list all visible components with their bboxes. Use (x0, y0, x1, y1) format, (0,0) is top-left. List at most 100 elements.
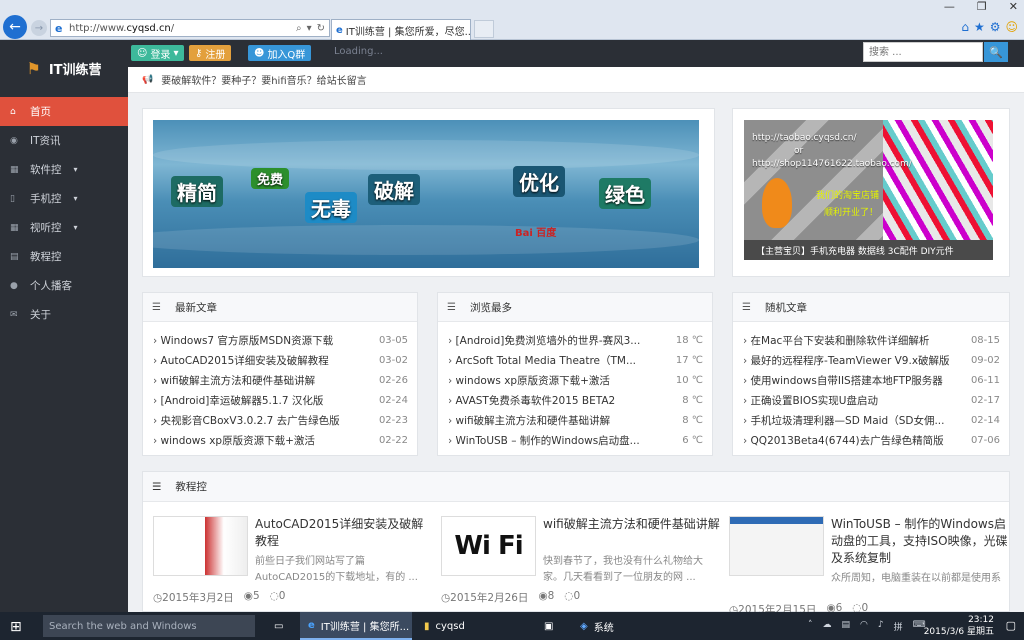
chevron-down-icon: ▾ (73, 223, 78, 232)
settings-gear-icon[interactable]: ⚙ (990, 20, 1001, 34)
close-window-icon[interactable]: ✕ (1009, 0, 1018, 13)
tutorials-panel: ☰ 教程控 AutoCAD2015详细安装及破解教程 前些日子我们网站写了篇Aut… (142, 471, 1010, 616)
mascot-image (762, 178, 792, 228)
sidebar-item-about[interactable]: ✉ 关于 (0, 300, 128, 329)
register-button[interactable]: ⚷ 注册 (189, 45, 232, 61)
chevron-up-icon[interactable]: ˄ (808, 620, 813, 633)
ie-tab-icon: e (336, 24, 343, 36)
list-item[interactable]: 正确设置BIOS实现U盘启动02-17 (733, 390, 1009, 410)
forward-button[interactable]: → (31, 20, 47, 36)
grid-icon: ▦ (10, 222, 19, 233)
panel-title: 随机文章 (764, 301, 807, 314)
notifications-icon[interactable]: ▢ (1006, 619, 1016, 632)
list-item[interactable]: AutoCAD2015详细安装及破解教程03-02 (143, 350, 417, 370)
banner-word: 精简 (171, 176, 223, 207)
join-qq-button[interactable]: ☻ 加入Q群 (248, 45, 312, 61)
post-thumbnail[interactable] (153, 516, 248, 576)
windows-start-icon[interactable]: ⊞ (10, 619, 22, 635)
list-item[interactable]: QQ2013Beta4(6744)去广告绿色精简版07-06 (733, 430, 1009, 450)
back-button[interactable]: ← (3, 15, 27, 39)
list-item[interactable]: Windows7 官方原版MSDN资源下载03-05 (143, 330, 417, 350)
post-title[interactable]: wifi破解主流方法和硬件基础讲解 (543, 516, 721, 533)
chevron-down-icon: ▾ (73, 194, 78, 203)
sidebar-item-mobile[interactable]: ▯ 手机控 ▾ (0, 184, 128, 213)
sidebar-item-media[interactable]: ▦ 视听控 ▾ (0, 213, 128, 242)
search-button[interactable]: 🔍 (984, 42, 1008, 62)
language-icon[interactable]: 拼 (894, 620, 903, 633)
browser-tab[interactable]: e IT训练营 | 集您所爱，尽您... ✕ (331, 19, 471, 40)
sidebar-item-podcast[interactable]: ● 个人播客 (0, 271, 128, 300)
taskbar-item-system[interactable]: ◈ 系统 (572, 612, 652, 640)
post-excerpt: 众所周知，电脑重装在以前都是使用系统安装光碟的比较多，后来随 ... (831, 573, 1001, 584)
sidebar-item-software[interactable]: ▦ 软件控 ▾ (0, 155, 128, 184)
wifi-logo: Wi Fi (454, 531, 523, 561)
store-icon: ▣ (544, 620, 554, 632)
ie-icon: e (308, 619, 315, 631)
post-excerpt: 前些日子我们网站写了篇AutoCAD2015的下载地址，有的 ... (255, 556, 418, 583)
banner-taobao[interactable]: http://taobao.cyqsd.cn/ or http://shop11… (732, 108, 1010, 277)
task-view-icon[interactable]: ▭ (266, 612, 283, 640)
loading-text: Loading... (334, 46, 383, 57)
list-item[interactable]: 手机垃圾清理利器—SD Maid（SD女佣...02-14 (733, 410, 1009, 430)
taskbar-item-folder[interactable]: ▮ cyqsd (416, 612, 516, 640)
banner-main[interactable]: 精简 免费 无毒 破解 优化 绿色 Bai 百度 (142, 108, 715, 277)
list-item[interactable]: wifi破解主流方法和硬件基础讲解8 ℃ (438, 410, 712, 430)
volume-icon[interactable]: ♪ (878, 620, 884, 633)
search-input[interactable] (863, 42, 983, 62)
tab-title: IT训练营 | 集您所爱，尽您... (345, 26, 471, 38)
notice-text[interactable]: 要破解软件？要种子？要hifi音乐？给站长留言 (161, 72, 366, 87)
site-logo[interactable]: ⚑ IT训练营 (0, 40, 128, 97)
chevron-down-icon: ▾ (73, 165, 78, 174)
home-icon: ⌂ (10, 106, 16, 117)
banner-word: 绿色 (599, 178, 651, 209)
restore-icon[interactable]: ❐ (977, 0, 987, 13)
banner-image: 精简 免费 无毒 破解 优化 绿色 Bai 百度 (153, 120, 699, 268)
list-item[interactable]: 最好的远程程序-TeamViewer V9.x破解版09-02 (733, 350, 1009, 370)
minimize-icon[interactable]: — (944, 0, 955, 13)
mail-icon: ✉ (10, 309, 18, 320)
sidebar-item-it-news[interactable]: ◉ IT资讯 (0, 126, 128, 155)
clock-icon: ◷ (441, 592, 451, 604)
group-icon: ☻ (254, 47, 265, 59)
banner-word: 优化 (513, 166, 565, 197)
list-item[interactable]: 央视影音CBoxV3.0.2.7 去广告绿色版02-23 (143, 410, 417, 430)
sidebar-item-tutorials[interactable]: ▤ 教程控 (0, 242, 128, 271)
dropdown-icon[interactable]: ▾ (307, 23, 312, 34)
smiley-icon[interactable]: ☺ (1005, 20, 1018, 34)
sidebar-item-home[interactable]: ⌂ 首页 (0, 97, 134, 126)
post-title[interactable]: AutoCAD2015详细安装及破解教程 (255, 516, 433, 550)
home-icon[interactable]: ⌂ (961, 20, 969, 34)
favorites-icon[interactable]: ★ (974, 20, 985, 34)
list-item[interactable]: 在Mac平台下安装和删除软件详细解析08-15 (733, 330, 1009, 350)
post-thumbnail[interactable]: Wi Fi (441, 516, 536, 576)
cloud-icon[interactable]: ☁ (823, 620, 832, 633)
taskbar-item-ie[interactable]: e IT训练营 | 集您所... (300, 612, 412, 640)
taskbar-item-store[interactable]: ▣ (536, 612, 553, 640)
list-item[interactable]: windows xp原版资源下载+激活10 ℃ (438, 370, 712, 390)
list-item[interactable]: ArcSoft Total Media Theatre（TM...17 ℃ (438, 350, 712, 370)
network-icon[interactable]: ▤ (842, 620, 851, 633)
list-icon: ☰ (152, 480, 162, 493)
list-item[interactable]: WinToUSB – 制作的Windows启动盘...6 ℃ (438, 430, 712, 450)
list-item[interactable]: [Android]免费浏览墙外的世界-赛风3...18 ℃ (438, 330, 712, 350)
list-item[interactable]: [Android]幸运破解器5.1.7 汉化版02-24 (143, 390, 417, 410)
list-item[interactable]: windows xp原版资源下载+激活02-22 (143, 430, 417, 450)
address-bar[interactable]: e http://www.cyqsd.cn/ ⌕ ▾ ↻ (50, 19, 330, 37)
screen: ← → e http://www.cyqsd.cn/ ⌕ ▾ ↻ e IT训练营… (0, 0, 1024, 640)
search-icon[interactable]: ⌕ (296, 23, 302, 34)
post-title[interactable]: WinToUSB – 制作的Windows启动盘的工具，支持ISO映像，光碟及系… (831, 516, 1009, 567)
clock[interactable]: 23:12 2015/3/6 星期五 (924, 614, 994, 638)
new-tab-button[interactable] (474, 20, 494, 38)
post-thumbnail[interactable] (729, 516, 824, 576)
taskbar-search-input[interactable]: Search the web and Windows (43, 615, 255, 637)
sidebar: ⌂ 首页 ◉ IT资讯 ▦ 软件控 ▾ ▯ 手机控 ▾ ▦ 视听控 ▾ ▤ 教程控 ● 个人播客 ✉… (0, 97, 134, 612)
login-button[interactable]: ☺ 登录 ▾ (131, 45, 185, 61)
list-icon: ☰ (742, 301, 751, 313)
list-item[interactable]: AVAST免费杀毒软件2015 BETA28 ℃ (438, 390, 712, 410)
views-icon: ◉ (538, 590, 548, 602)
views-icon: ◉ (243, 590, 253, 602)
list-item[interactable]: 使用windows自带IIS搭建本地FTP服务器06-11 (733, 370, 1009, 390)
refresh-icon[interactable]: ↻ (317, 23, 325, 34)
list-item[interactable]: wifi破解主流方法和硬件基础讲解02-26 (143, 370, 417, 390)
wifi-icon[interactable]: ◠ (860, 620, 868, 633)
